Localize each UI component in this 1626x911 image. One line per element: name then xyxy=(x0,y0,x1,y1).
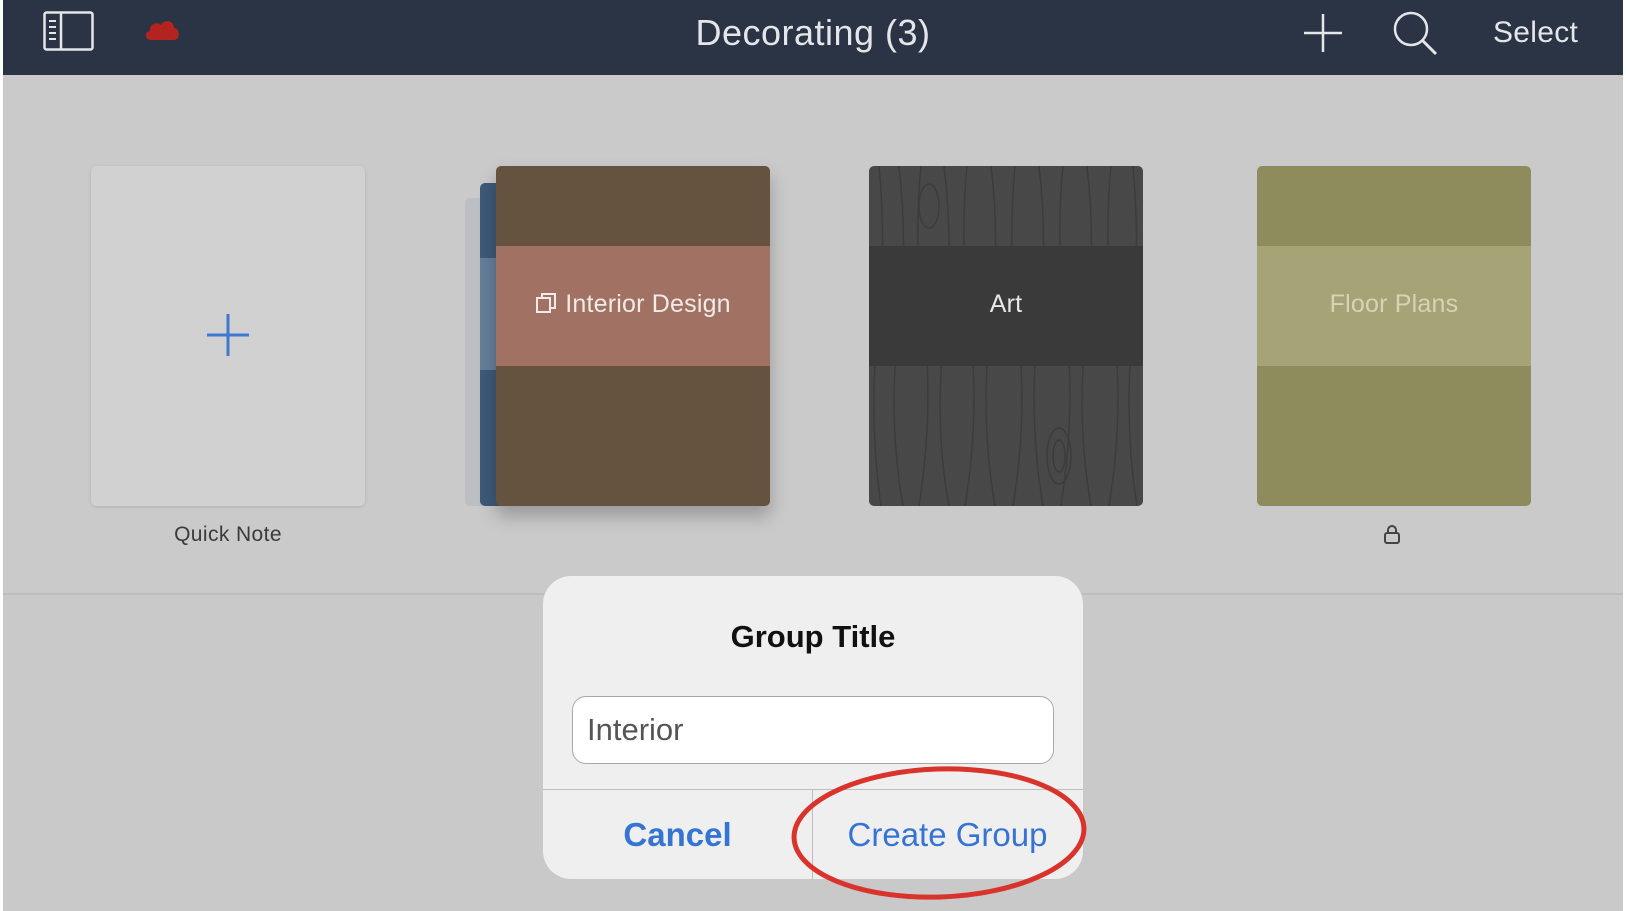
notebook-band: Art xyxy=(869,246,1143,366)
plus-icon xyxy=(207,314,249,356)
search-icon[interactable] xyxy=(1391,10,1439,56)
group-icon xyxy=(536,293,557,313)
notebook-title: Art xyxy=(989,290,1023,318)
lock-icon xyxy=(1384,525,1400,544)
notebook-title: Floor Plans xyxy=(1329,290,1459,318)
top-bar: Decorating (3) Select xyxy=(3,0,1623,75)
group-title-dialog: Group Title Cancel Create Group xyxy=(543,576,1083,879)
group-title-input[interactable] xyxy=(572,696,1054,764)
notebook-title: Interior Design xyxy=(565,290,731,318)
select-button[interactable]: Select xyxy=(1493,16,1578,50)
notebook-art[interactable]: Art xyxy=(869,166,1143,506)
quick-note-label: Quick Note xyxy=(174,523,282,546)
notebook-band: Interior Design xyxy=(496,246,770,366)
app-screen: Decorating (3) Select Quick Note Interio… xyxy=(3,0,1623,911)
notebook-band: Floor Plans xyxy=(1257,246,1531,366)
notebook-group-interior-design[interactable]: Interior Design xyxy=(496,166,770,506)
notebook-floor-plans[interactable]: Floor Plans xyxy=(1257,166,1531,506)
page-title: Decorating (3) xyxy=(695,12,931,53)
create-group-button[interactable]: Create Group xyxy=(813,790,1082,879)
quick-note-card[interactable] xyxy=(91,166,365,506)
cancel-button[interactable]: Cancel xyxy=(543,790,812,879)
dialog-title: Group Title xyxy=(730,619,896,654)
plus-icon[interactable] xyxy=(1302,12,1344,54)
